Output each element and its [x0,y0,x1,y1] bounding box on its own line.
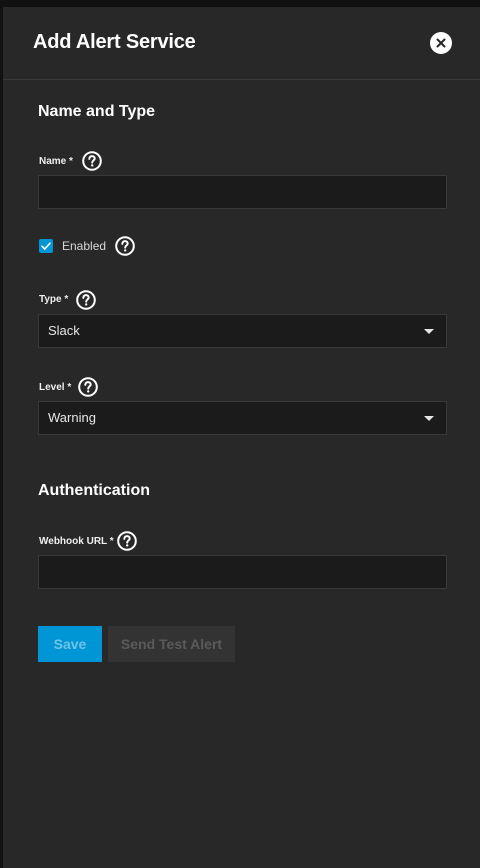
name-label: Name * [39,156,73,167]
help-icon[interactable] [82,151,102,171]
level-label: Level * [39,382,72,393]
panel-header: Add Alert Service [3,7,480,80]
chevron-down-icon [424,416,434,421]
type-select[interactable]: Slack [38,314,447,348]
help-icon[interactable] [76,290,96,310]
add-alert-service-panel: Add Alert Service Name and Type Name * E… [3,7,480,868]
name-input[interactable] [38,175,447,209]
enabled-label: Enabled [62,239,107,253]
level-select-value: Warning [48,410,96,425]
help-icon[interactable] [117,531,137,551]
type-label: Type * [39,294,69,305]
chevron-down-icon [424,329,434,334]
level-select[interactable]: Warning [38,401,447,435]
webhook-url-label: Webhook URL * [39,536,114,547]
close-icon[interactable] [430,32,452,54]
save-button[interactable]: Save [38,626,102,662]
send-test-alert-button[interactable]: Send Test Alert [108,626,235,662]
panel-title: Add Alert Service [33,31,196,53]
help-icon[interactable] [78,377,98,397]
section-title-name-and-type: Name and Type [38,103,156,120]
help-icon[interactable] [115,236,135,256]
webhook-url-input[interactable] [38,555,447,589]
type-select-value: Slack [48,323,80,338]
enabled-checkbox[interactable] [39,239,53,253]
section-title-authentication: Authentication [38,482,150,499]
